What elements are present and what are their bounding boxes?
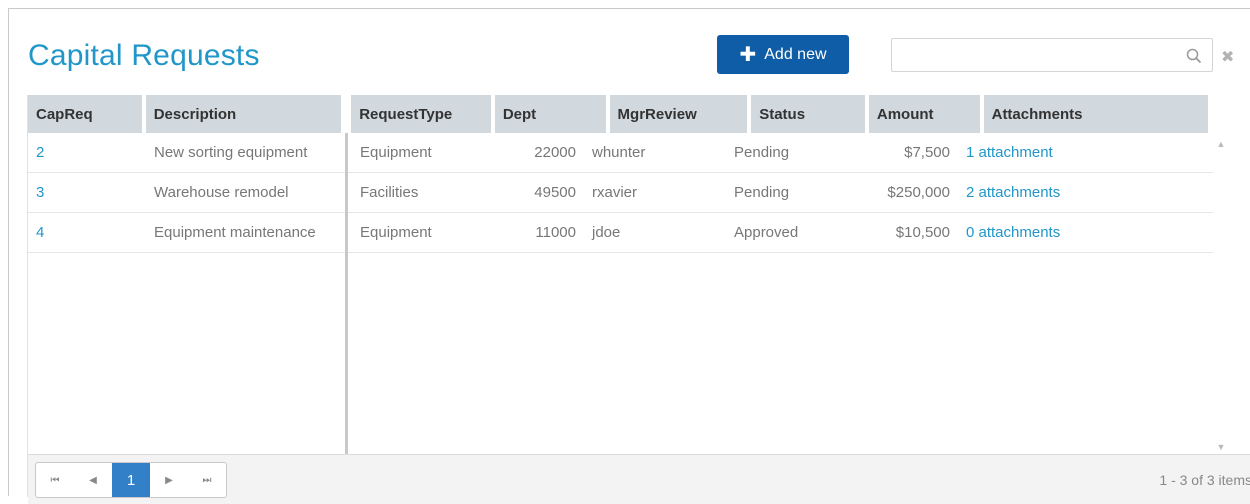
attachments-link[interactable]: 2 attachments (958, 173, 1108, 212)
capital-requests-grid: CapReq Description RequestType Dept MgrR… (27, 95, 1250, 504)
column-header-amount[interactable]: Amount (868, 95, 980, 133)
column-header-mgrreview[interactable]: MgrReview (609, 95, 748, 133)
column-header-description[interactable]: Description (145, 95, 342, 133)
last-page-icon[interactable]: ⏭ (188, 463, 226, 497)
grid-body: 2 New sorting equipment Equipment 22000 … (28, 133, 1213, 253)
requesttype-cell: Equipment (360, 224, 432, 241)
attachments-link[interactable]: 1 attachment (958, 133, 1108, 172)
description-cell: New sorting equipment (154, 144, 308, 161)
scroll-down-icon[interactable]: ▼ (1216, 442, 1226, 452)
scroll-up-icon[interactable]: ▲ (1216, 139, 1226, 149)
table-row[interactable]: 4 Equipment maintenance Equipment 11000 … (28, 213, 1213, 253)
column-header-dept[interactable]: Dept (494, 95, 606, 133)
search-input[interactable] (892, 39, 1212, 71)
pager-buttons: ⏮ ◀ 1 ▶ ⏭ (35, 462, 227, 498)
grid-pager: ⏮ ◀ 1 ▶ ⏭ 1 - 3 of 3 items (28, 454, 1250, 504)
mgrreview-cell: whunter (592, 144, 646, 161)
add-new-button[interactable]: ✚ Add new (717, 35, 849, 74)
amount-cell: $7,500 (904, 144, 950, 161)
search-icon[interactable] (1186, 48, 1202, 64)
description-cell: Warehouse remodel (154, 184, 289, 201)
pager-info: 1 - 3 of 3 items (1159, 472, 1250, 488)
capreq-cell[interactable]: 4 (28, 213, 146, 252)
requesttype-cell: Equipment (360, 144, 432, 161)
column-header-requesttype[interactable]: RequestType (351, 95, 491, 133)
page-button-current[interactable]: 1 (112, 463, 150, 497)
clear-search-icon[interactable]: ✖ (1221, 47, 1234, 67)
previous-page-icon[interactable]: ◀ (74, 463, 112, 497)
status-cell: Pending (734, 144, 790, 161)
add-new-label: Add new (764, 45, 827, 63)
status-cell: Approved (734, 224, 799, 241)
amount-cell: $250,000 (887, 184, 950, 201)
dept-cell: 11000 (535, 224, 576, 241)
requesttype-cell: Facilities (360, 184, 419, 201)
capital-requests-panel: Capital Requests ✚ Add new ✖ CapReq Desc… (8, 8, 1250, 504)
column-header-attachments[interactable]: Attachments (983, 95, 1209, 133)
capreq-cell[interactable]: 3 (28, 173, 146, 212)
capreq-cell[interactable]: 2 (28, 133, 146, 172)
search-box (891, 38, 1213, 72)
dept-cell: 22000 (534, 144, 576, 161)
table-row[interactable]: 3 Warehouse remodel Facilities 49500 rxa… (28, 173, 1213, 213)
column-header-capreq[interactable]: CapReq (28, 95, 142, 133)
status-cell: Pending (734, 184, 790, 201)
first-page-icon[interactable]: ⏮ (36, 463, 74, 497)
amount-cell: $10,500 (895, 224, 950, 241)
grid-header: CapReq Description RequestType Dept MgrR… (28, 95, 1209, 133)
vertical-scrollbar[interactable]: ▲ ▼ (1214, 133, 1228, 454)
column-header-status[interactable]: Status (751, 95, 865, 133)
next-page-icon[interactable]: ▶ (150, 463, 188, 497)
description-cell: Equipment maintenance (154, 224, 316, 241)
mgrreview-cell: jdoe (592, 224, 621, 241)
plus-icon: ✚ (739, 43, 757, 66)
mgrreview-cell: rxavier (592, 184, 638, 201)
frozen-column-divider[interactable] (345, 133, 348, 454)
page-title: Capital Requests (28, 39, 260, 72)
attachments-link[interactable]: 0 attachments (958, 213, 1108, 252)
table-row[interactable]: 2 New sorting equipment Equipment 22000 … (28, 133, 1213, 173)
dept-cell: 49500 (534, 184, 576, 201)
